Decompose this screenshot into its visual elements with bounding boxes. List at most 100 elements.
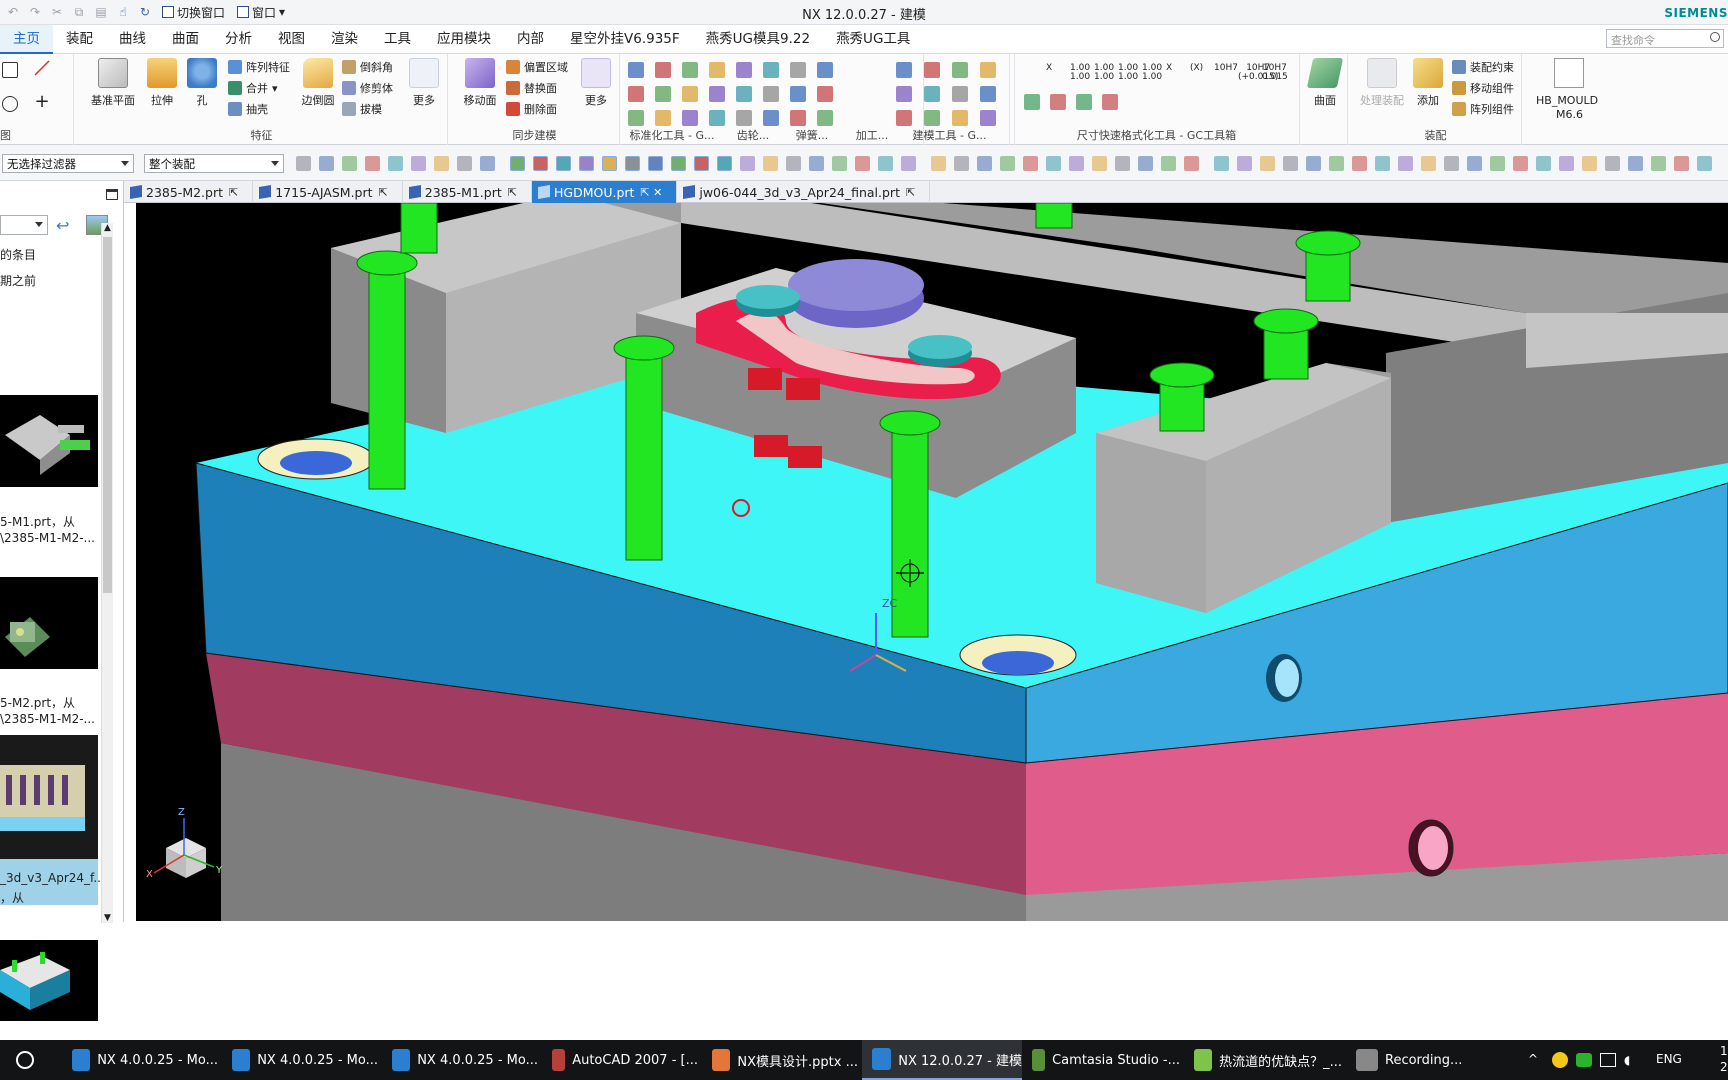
snap-filter-icon[interactable] [878, 156, 893, 171]
tool-icon[interactable] [896, 62, 912, 78]
draft-button[interactable]: 拔模 [342, 100, 382, 118]
navigator-filter-select[interactable] [0, 215, 48, 235]
hb-mould-icon[interactable] [1554, 58, 1584, 88]
chamfer-button[interactable]: 倒斜角 [342, 58, 393, 76]
snap-filter-icon[interactable] [510, 156, 525, 171]
tool-icon[interactable] [628, 62, 644, 78]
snap-filter-icon[interactable] [1697, 156, 1712, 171]
menu-tab[interactable]: 装配 [53, 25, 106, 54]
tool-icon[interactable] [790, 86, 806, 102]
dim-tool-icon[interactable] [1050, 94, 1066, 110]
dim-format-button[interactable]: 10H7 [1214, 64, 1238, 73]
recent-part-thumbnail-4[interactable] [0, 940, 98, 1021]
taskbar-app-button[interactable]: Camtasia Studio -... [1022, 1040, 1180, 1080]
sync-more-button[interactable]: 更多 [574, 58, 618, 108]
scroll-down-icon[interactable]: ▼ [104, 913, 111, 923]
feature-more-button[interactable]: 更多 [402, 58, 446, 108]
tool-icon[interactable] [763, 110, 779, 126]
edge-blend-button[interactable]: 边倒圆 [296, 58, 340, 108]
snap-filter-icon[interactable] [694, 156, 709, 171]
tool-icon[interactable] [817, 62, 833, 78]
point-icon[interactable]: + [34, 93, 50, 111]
snap-filter-icon[interactable] [1559, 156, 1574, 171]
search-icon[interactable] [16, 1051, 34, 1069]
menu-tab[interactable]: 应用模块 [424, 25, 504, 54]
snap-filter-icon[interactable] [763, 156, 778, 171]
snap-filter-icon[interactable] [931, 156, 946, 171]
snap-filter-icon[interactable] [1490, 156, 1505, 171]
surface-button[interactable]: 曲面 [1303, 58, 1347, 108]
tool-icon[interactable] [628, 110, 644, 126]
menu-tab[interactable]: 燕秀UG模具9.22 [693, 25, 823, 54]
move-face-button[interactable]: 移动面 [458, 58, 502, 108]
menu-tab[interactable]: 内部 [504, 25, 557, 54]
tool-icon[interactable] [817, 86, 833, 102]
snap-filter-icon[interactable] [1582, 156, 1597, 171]
dim-format-button[interactable]: (X) [1190, 64, 1203, 73]
hb-mould-label[interactable]: HB_MOULD [1536, 94, 1598, 107]
snap-filter-icon[interactable] [855, 156, 870, 171]
snap-filter-icon[interactable] [1605, 156, 1620, 171]
snap-filter-icon[interactable] [457, 156, 472, 171]
assembly-scope-select[interactable]: 整个装配 [144, 154, 284, 173]
navigator-scrollbar[interactable]: ▲ ▼ [101, 223, 113, 923]
dim-format-button[interactable]: 1.00 1.00 [1070, 64, 1090, 82]
snap-filter-icon[interactable] [319, 156, 334, 171]
dim-tool-icon[interactable] [1076, 94, 1092, 110]
snap-filter-icon[interactable] [1237, 156, 1252, 171]
snap-filter-icon[interactable] [1000, 156, 1015, 171]
menu-tab[interactable]: 视图 [265, 25, 318, 54]
tool-icon[interactable] [655, 110, 671, 126]
snap-filter-icon[interactable] [1184, 156, 1199, 171]
menu-tab[interactable]: 星空外挂V6.935F [557, 25, 693, 54]
snap-filter-icon[interactable] [648, 156, 663, 171]
snap-filter-icon[interactable] [1092, 156, 1107, 171]
menu-tab[interactable]: 燕秀UG工具 [823, 25, 923, 54]
document-tab[interactable]: jw06-044_3d_v3_Apr24_final.prt ⇱ [677, 181, 931, 203]
tool-icon[interactable] [628, 86, 644, 102]
clock-line-1[interactable]: 1 [1720, 1044, 1728, 1058]
tray-app-icon[interactable] [1552, 1052, 1568, 1068]
snap-filter-icon[interactable] [625, 156, 640, 171]
extrude-button[interactable]: 拉伸 [140, 58, 184, 108]
snap-filter-icon[interactable] [1421, 156, 1436, 171]
process-assembly-button[interactable]: 处理装配 [1354, 58, 1410, 108]
dim-format-button[interactable]: 1.00 1.00 [1118, 64, 1138, 82]
document-tab[interactable]: HGDMOU.prt ⇱ ✕ [531, 181, 678, 203]
taskbar-app-button[interactable]: 热流道的优缺点？_... [1184, 1040, 1342, 1080]
hole-button[interactable]: 孔 [180, 58, 224, 108]
taskbar-app-button[interactable]: AutoCAD 2007 - [... [542, 1040, 698, 1080]
pattern-component-button[interactable]: 阵列组件 [1452, 100, 1514, 118]
snap-filter-icon[interactable] [1214, 156, 1229, 171]
scrollbar-thumb[interactable] [103, 237, 112, 593]
snap-filter-icon[interactable] [740, 156, 755, 171]
document-tab[interactable]: 2385-M2.prt ⇱ [124, 181, 254, 203]
graphics-viewport[interactable]: ZC Z X Y [136, 203, 1728, 921]
tool-icon[interactable] [817, 110, 833, 126]
tool-icon[interactable] [980, 110, 996, 126]
snap-filter-icon[interactable] [1467, 156, 1482, 171]
datum-plane-button[interactable]: 基准平面 [91, 58, 135, 108]
document-tab[interactable]: 2385-M1.prt ⇱ [403, 181, 532, 203]
snap-filter-icon[interactable] [1513, 156, 1528, 171]
tool-icon[interactable] [655, 62, 671, 78]
tool-icon[interactable] [980, 86, 996, 102]
taskbar-app-button[interactable]: NX模具设计.pptx ... [702, 1040, 858, 1080]
snap-filter-icon[interactable] [434, 156, 449, 171]
recent-part-thumbnail-1[interactable] [0, 395, 98, 487]
tab-pin-icon[interactable]: ⇱ [508, 186, 517, 199]
tab-pin-icon[interactable]: ⇱ [229, 186, 238, 199]
input-language[interactable]: ENG [1656, 1052, 1682, 1066]
snap-filter-icon[interactable] [296, 156, 311, 171]
shell-button[interactable]: 抽壳 [228, 100, 268, 118]
volume-icon[interactable]: ◖ [1624, 1053, 1640, 1067]
snap-filter-icon[interactable] [556, 156, 571, 171]
snap-filter-icon[interactable] [1352, 156, 1367, 171]
dim-tool-icon[interactable] [1102, 94, 1118, 110]
tab-pin-icon[interactable]: ⇱ [379, 186, 388, 199]
taskbar-app-button[interactable]: NX 4.0.0.25 - Mo... [222, 1040, 378, 1080]
document-tab[interactable]: 1715-AJASM.prt ⇱ [253, 181, 403, 203]
recent-part-name-2[interactable]: 5-M2.prt，从 [0, 694, 100, 711]
snap-filter-icon[interactable] [717, 156, 732, 171]
taskbar-app-button[interactable]: NX 4.0.0.25 - Mo... [382, 1040, 538, 1080]
